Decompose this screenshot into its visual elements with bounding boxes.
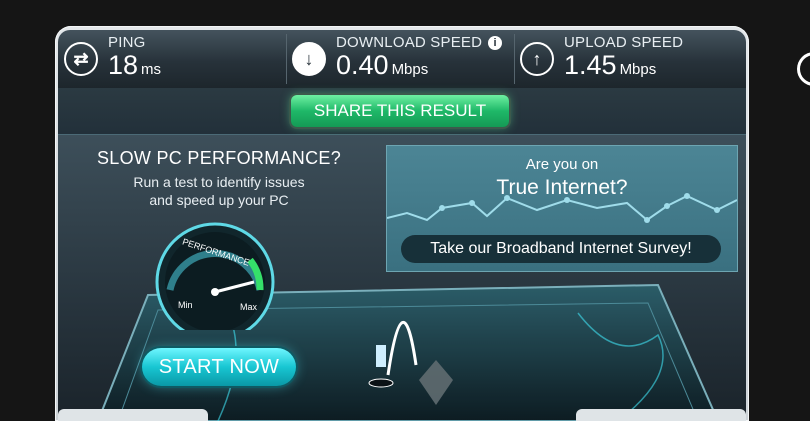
download-label: DOWNLOAD SPEED i xyxy=(336,34,503,51)
download-arrow-icon: ↓ xyxy=(292,42,326,76)
upload-value: 1.45 Mbps xyxy=(564,49,657,80)
upload-arrow-icon: ↑ xyxy=(520,42,554,76)
ping-label: PING xyxy=(108,33,146,51)
bottom-tab-right xyxy=(576,409,746,421)
upload-metric: ↑ UPLOAD SPEED 1.45 Mbps xyxy=(520,30,683,88)
performance-gauge: PERFORMANCE Min Max xyxy=(155,222,275,330)
ping-value: 18 ms xyxy=(108,49,162,80)
take-survey-button[interactable]: Take our Broadband Internet Survey! xyxy=(401,235,721,263)
divider xyxy=(286,34,287,84)
gauge-max-label: Max xyxy=(240,302,258,312)
share-bar: SHARE THIS RESULT xyxy=(58,88,746,135)
ad-description: Run a test to identify issues and speed … xyxy=(133,174,305,208)
upload-label: UPLOAD SPEED xyxy=(564,33,684,51)
download-value: 0.40 Mbps xyxy=(336,49,429,80)
ad-title: SLOW PC PERFORMANCE? xyxy=(96,148,342,168)
download-metric: ↓ DOWNLOAD SPEED i 0.40 Mbps xyxy=(292,30,503,88)
partial-icon-right xyxy=(797,52,810,86)
broadband-survey-ad[interactable]: Are you on True Internet? Take our Broad… xyxy=(386,145,738,272)
pc-performance-ad: SLOW PC PERFORMANCE? Run a test to ident… xyxy=(58,135,380,421)
exchange-arrows-icon: ⇄ xyxy=(64,42,98,76)
info-icon[interactable]: i xyxy=(488,35,503,50)
results-bar: ⇄ PING 18 ms ↓ DOWNLOAD SPEED i 0.40 Mbps ↑… xyxy=(58,30,746,89)
gauge-min-label: Min xyxy=(178,300,193,310)
survey-question-small: Are you on xyxy=(525,156,599,173)
bottom-tab-left xyxy=(58,409,208,421)
ping-metric: ⇄ PING 18 ms xyxy=(64,30,161,88)
start-now-button[interactable]: START NOW xyxy=(142,348,296,386)
share-result-button[interactable]: SHARE THIS RESULT xyxy=(291,95,509,127)
divider xyxy=(514,34,515,84)
content-area: SLOW PC PERFORMANCE? Run a test to ident… xyxy=(58,135,746,421)
